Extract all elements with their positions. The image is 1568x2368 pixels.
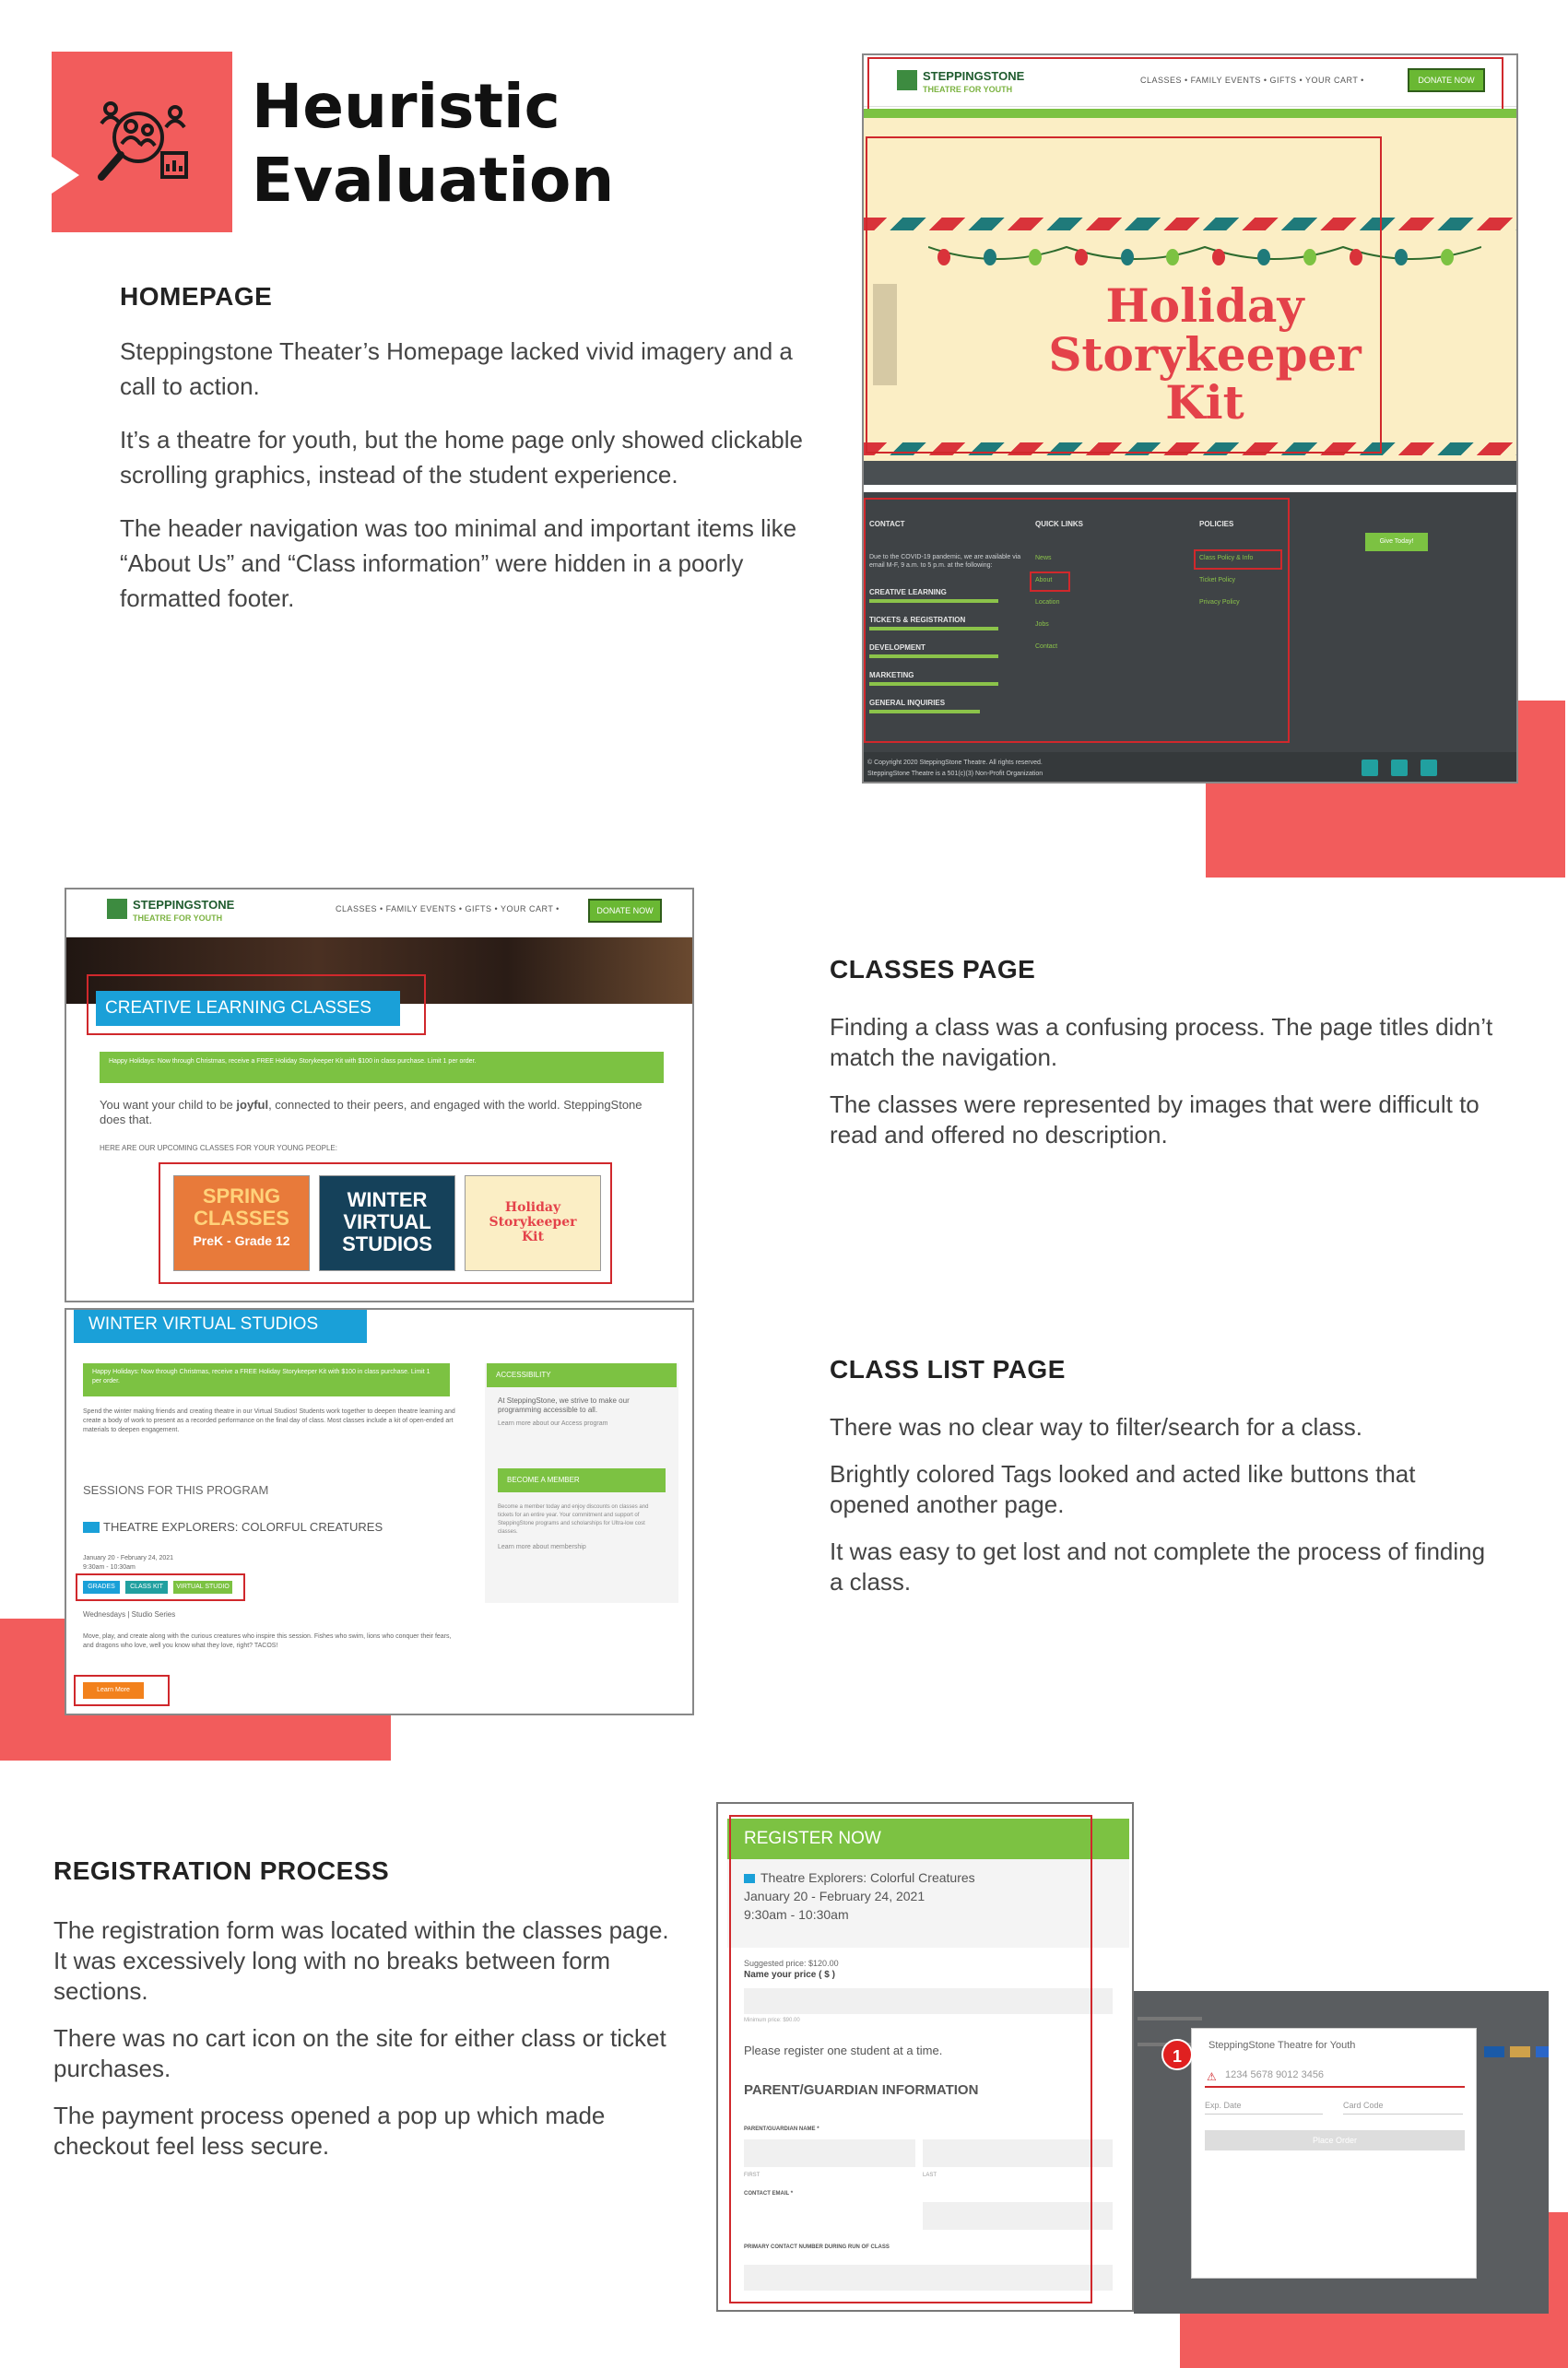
title-line-2: Evaluation [252,145,615,216]
error-count-badge: 1 [1161,2039,1193,2070]
page-title: Heuristic Evaluation [252,70,614,218]
class-list-paragraph-1: There was no clear way to filter/search … [830,1413,1363,1441]
card-brand-icon [1536,2046,1549,2057]
footer-copyright: © Copyright 2020 SteppingStone Theatre. … [867,760,1043,766]
registration-paragraph-1: The registration form was located within… [53,1916,669,2005]
exp-date-field[interactable]: Exp. Date [1205,2101,1323,2115]
logo-mark-icon [107,899,127,919]
highlight-tags [76,1573,245,1601]
registration-paragraph-3: The payment process opened a pop up whic… [53,2102,606,2160]
classes-page-screenshot: STEPPINGSTONE THEATRE FOR YOUTH CLASSES … [65,888,694,1302]
highlight-header-nav [867,57,1503,111]
accessibility-heading: ACCESSIBILITY [487,1363,677,1387]
place-order-button[interactable]: Place Order [1205,2130,1465,2150]
donate-button[interactable]: DONATE NOW [588,899,662,923]
merchant-name: SteppingStone Theatre for Youth [1208,2040,1356,2051]
session-time: 9:30am - 10:30am [83,1564,136,1571]
registration-heading: REGISTRATION PROCESS [53,1856,390,1885]
payment-popup-screenshot: SteppingStone Theatre for Youth ⚠ 1234 5… [1134,1991,1549,2314]
classes-heading: CLASSES PAGE [830,955,1036,984]
session-dates: January 20 - February 24, 2021 [83,1555,174,1561]
banner-dots-bar [864,461,1516,485]
winter-studios-banner: WINTER VIRTUAL STUDIOS [74,1310,367,1343]
classes-paragraph-2: The classes were represented by images t… [830,1090,1480,1149]
classes-text: Finding a class was a confusing process.… [830,1012,1493,1150]
bulb-icon [1395,249,1409,265]
homepage-paragraph-1: Steppingstone Theater’s Homepage lacked … [120,337,793,400]
highlight-hero-banner [866,136,1382,454]
member-link[interactable]: Learn more about membership [498,1544,669,1550]
class-list-paragraph-2: Brightly colored Tags looked and acted l… [830,1460,1416,1518]
class-list-screenshot: WINTER VIRTUAL STUDIOS Happy Holidays: N… [65,1308,694,1715]
title-accent-notch [52,157,79,194]
social-icon[interactable] [1391,760,1408,776]
footer-bottom-bar: © Copyright 2020 SteppingStone Theatre. … [864,752,1516,782]
homepage-text: Steppingstone Theater’s Homepage lacked … [120,334,830,616]
class-list-text: There was no clear way to filter/search … [830,1412,1493,1597]
dimmed-form-line [1138,2017,1202,2020]
title-line-1: Heuristic [252,71,560,142]
become-member-heading: BECOME A MEMBER [498,1468,666,1492]
registration-text: The registration form was located within… [53,1915,680,2162]
give-today-button[interactable]: Give Today! [1365,533,1428,551]
highlight-registration-form [729,1815,1092,2303]
social-icon[interactable] [1362,760,1378,776]
holiday-notice: Happy Holidays: Now through Christmas, r… [83,1363,450,1396]
member-text: Become a member today and enjoy discount… [498,1504,649,1535]
user-research-magnifier-icon [98,101,188,181]
card-number-underline [1205,2086,1465,2088]
program-description: Spend the winter making friends and crea… [83,1408,455,1433]
session-description: Move, play, and create along with the cu… [83,1633,452,1649]
card-brand-icon [1510,2046,1530,2057]
accessibility-text: At SteppingStone, we strive to make our … [498,1396,630,1414]
intro-plain: You want your child to be [100,1098,237,1112]
homepage-heading: HOMEPAGE [120,282,273,311]
highlight-page-title [87,974,426,1035]
highlight-learn-more [74,1675,170,1706]
card-code-field[interactable]: Card Code [1343,2101,1463,2115]
classes-intro: You want your child to be joyful, connec… [100,1098,671,1127]
sessions-heading: SESSIONS FOR THIS PROGRAM [83,1483,269,1497]
site-logo[interactable]: STEPPINGSTONE THEATRE FOR YOUTH [133,899,234,925]
highlight-footer [864,498,1290,743]
classes-paragraph-1: Finding a class was a confusing process.… [830,1013,1493,1071]
logo-line-2: THEATRE FOR YOUTH [133,913,223,923]
warning-icon: ⚠ [1207,2070,1217,2083]
bulb-icon [1440,249,1454,265]
upcoming-label: HERE ARE OUR UPCOMING CLASSES FOR YOUR Y… [100,1144,337,1152]
homepage-paragraph-2: It’s a theatre for youth, but the home p… [120,426,803,489]
accessibility-link[interactable]: Learn more about our Access program [498,1420,669,1427]
homepage-paragraph-3: The header navigation was too minimal an… [120,514,797,612]
intro-bold: joyful [236,1098,269,1112]
site-footer: CONTACT Due to the COVID-19 pandemic, we… [864,492,1516,782]
sidebar-panel: ACCESSIBILITY At SteppingStone, we striv… [485,1363,678,1603]
homepage-screenshot: STEPPINGSTONE THEATRE FOR YOUTH CLASSES … [862,53,1518,783]
registration-paragraph-2: There was no cart icon on the site for e… [53,2024,666,2082]
site-nav[interactable]: CLASSES • FAMILY EVENTS • GIFTS • YOUR C… [336,904,560,913]
payment-popup: SteppingStone Theatre for Youth ⚠ 1234 5… [1191,2028,1477,2279]
registration-form-screenshot: REGISTER NOW Theatre Explorers: Colorful… [716,1802,1134,2312]
session-schedule: Wednesdays | Studio Series [83,1610,176,1619]
logo-line-1: STEPPINGSTONE [133,898,235,912]
class-list-paragraph-3: It was easy to get lost and not complete… [830,1537,1486,1596]
holiday-notice: Happy Holidays: Now through Christmas, r… [100,1052,664,1083]
session-title[interactable]: THEATRE EXPLORERS: COLORFUL CREATURES [83,1520,387,1534]
card-brand-icon [1484,2046,1504,2057]
site-header: STEPPINGSTONE THEATRE FOR YOUTH CLASSES … [66,889,692,937]
footer-nonprofit: SteppingStone Theatre is a 501(c)(3) Non… [867,771,1043,777]
highlight-class-thumbnails [159,1162,612,1284]
class-list-heading: CLASS LIST PAGE [830,1355,1066,1384]
social-icon[interactable] [1421,760,1437,776]
header-green-strip [864,109,1516,118]
card-number-placeholder[interactable]: 1234 5678 9012 3456 [1225,2069,1324,2080]
